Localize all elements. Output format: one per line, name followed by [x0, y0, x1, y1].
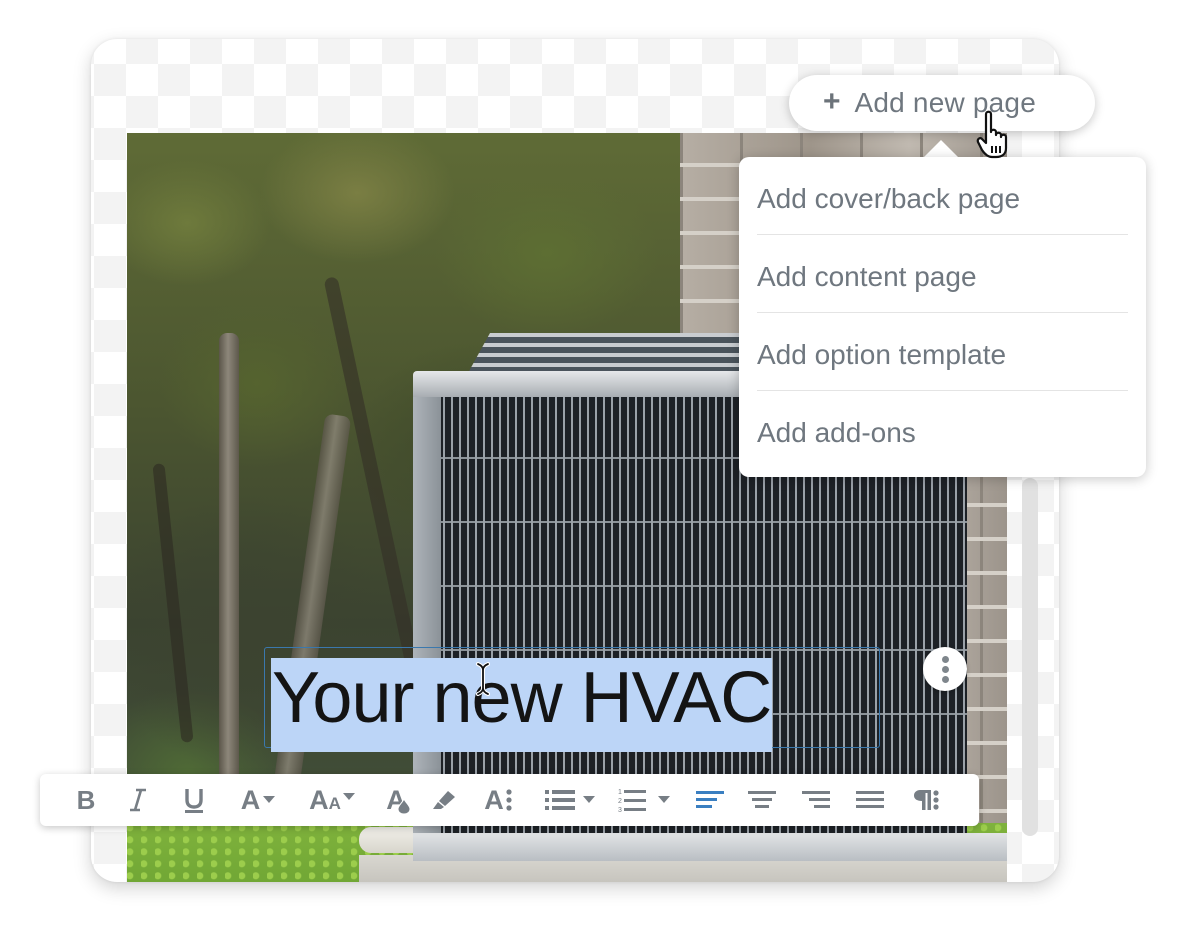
more-vertical-icon: [941, 655, 949, 663]
highlighter-icon: [433, 791, 455, 809]
text-options-icon: A: [484, 785, 512, 816]
menu-caret: [923, 140, 959, 158]
text-fill-button[interactable]: A: [378, 774, 414, 826]
font-color-button[interactable]: A: [234, 774, 282, 826]
align-left-icon: [696, 791, 724, 808]
dropdown-caret-icon: [342, 793, 355, 800]
element-more-options-button[interactable]: [923, 647, 967, 691]
text-fill-icon: A: [386, 785, 410, 816]
align-right-icon: [802, 791, 830, 808]
highlight-button[interactable]: [426, 774, 462, 826]
hand-pointer-cursor-icon: [976, 110, 1008, 159]
paragraph-options-icon: [914, 790, 939, 810]
menu-item-add-cover-back-page[interactable]: Add cover/back page: [757, 157, 1128, 235]
font-size-small-letter: A: [328, 793, 341, 813]
more-vertical-icon-dot: [941, 665, 949, 673]
drop-icon: [397, 798, 410, 814]
align-center-button[interactable]: [744, 774, 780, 826]
paragraph-options-button[interactable]: [908, 774, 944, 826]
dropdown-caret-icon: [658, 796, 670, 803]
text-options-letter: A: [484, 784, 504, 815]
add-page-menu: Add cover/back page Add content page Add…: [739, 157, 1146, 477]
plus-icon: +: [823, 84, 841, 118]
photo-ac-side-panel: [413, 395, 441, 835]
text-options-button[interactable]: A: [478, 774, 518, 826]
menu-item-add-add-ons[interactable]: Add add-ons: [757, 391, 1128, 469]
underline-button[interactable]: [176, 774, 212, 826]
italic-icon: [130, 788, 146, 812]
justify-button[interactable]: [852, 774, 888, 826]
vertical-scrollbar[interactable]: [1022, 478, 1038, 836]
bold-button[interactable]: B: [68, 774, 104, 826]
svg-text:3: 3: [618, 807, 622, 813]
underline-icon: [185, 789, 203, 813]
bulleted-list-icon: [545, 790, 575, 810]
justify-icon: [856, 791, 884, 808]
svg-text:1: 1: [618, 789, 622, 796]
photo-ac-base: [413, 833, 1007, 861]
bold-icon: B: [76, 784, 96, 815]
dropdown-caret-icon: [263, 796, 276, 803]
dropdown-caret-icon: [583, 796, 595, 803]
ibeam-cursor-icon: [476, 662, 490, 696]
menu-item-add-content-page[interactable]: Add content page: [757, 235, 1128, 313]
font-color-icon: A: [240, 784, 261, 815]
align-center-icon: [748, 791, 776, 808]
italic-button[interactable]: [120, 774, 156, 826]
vertical-dots-icon: [506, 789, 512, 811]
bulleted-list-button[interactable]: [540, 774, 600, 826]
align-left-button[interactable]: [692, 774, 728, 826]
font-size-big-letter: A: [309, 784, 329, 815]
align-right-button[interactable]: [798, 774, 834, 826]
text-formatting-toolbar: B A AA A A 1 2 3: [40, 774, 979, 826]
headline-text[interactable]: Your new HVAC: [272, 650, 772, 746]
more-vertical-icon-dot: [941, 675, 949, 683]
numbered-list-button[interactable]: 1 2 3: [614, 774, 674, 826]
svg-text:2: 2: [618, 798, 622, 805]
font-size-button[interactable]: AA: [302, 774, 362, 826]
numbered-list-icon: 1 2 3: [618, 789, 646, 813]
font-size-icon: AA: [309, 785, 341, 816]
add-new-page-button[interactable]: + Add new page: [789, 75, 1095, 131]
menu-item-add-option-template[interactable]: Add option template: [757, 313, 1128, 391]
